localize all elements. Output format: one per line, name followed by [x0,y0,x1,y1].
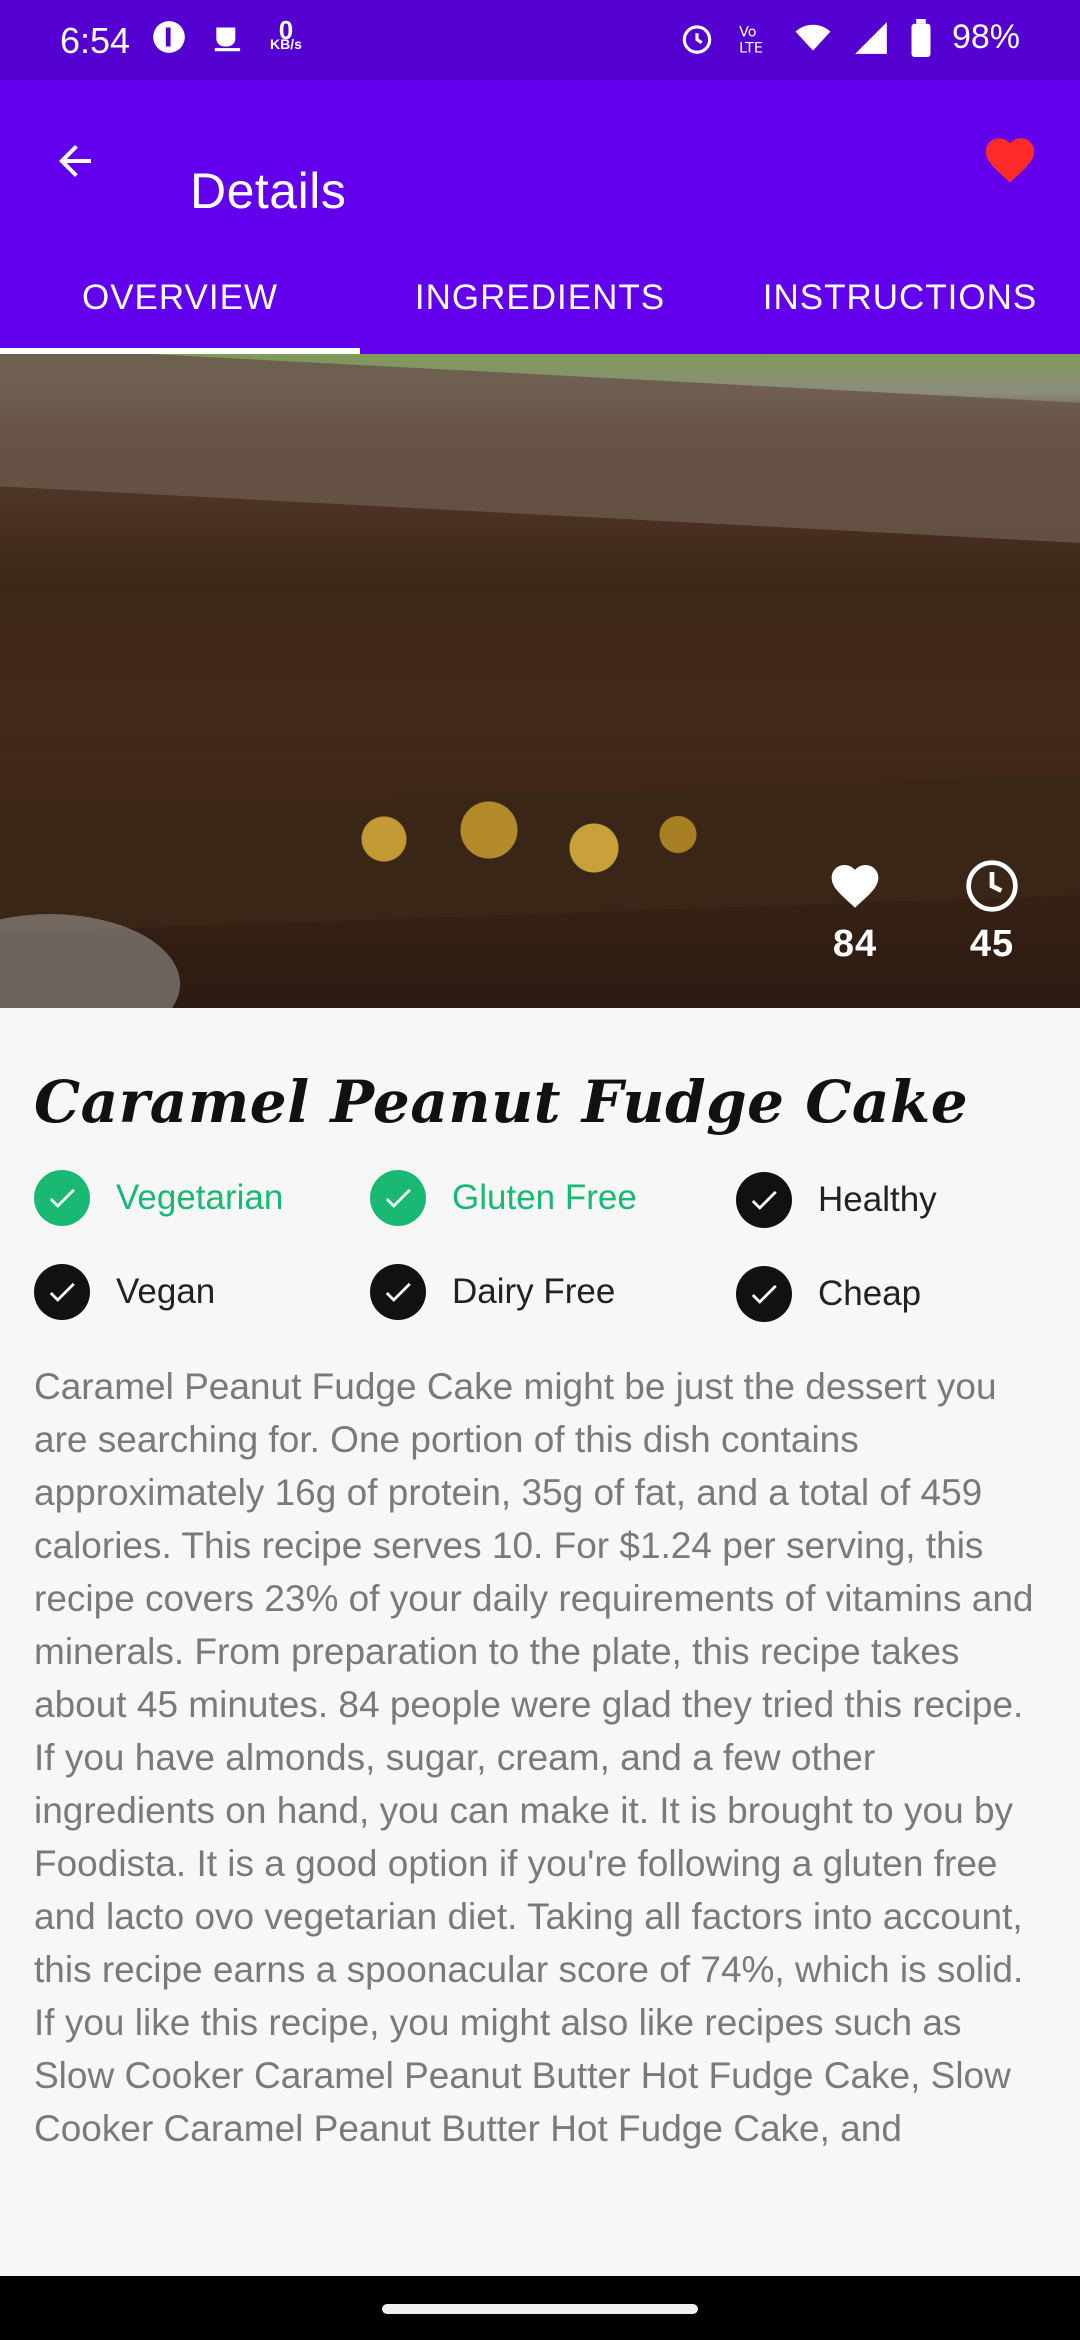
signal-icon [855,21,887,54]
system-nav-bar [0,2276,1080,2340]
minutes-count: 45 [969,923,1015,965]
badge-label: Gluten Free [452,1178,637,1217]
likes-count: 84 [832,923,878,965]
recipe-image [0,354,1080,1008]
check-icon [736,1266,792,1322]
badge-label: Vegan [116,1272,216,1311]
check-icon [370,1170,426,1226]
likes-stat: 84 [800,858,910,966]
heart-icon [831,865,879,908]
back-button[interactable] [40,126,110,196]
battery-percent: 98% [951,18,1020,56]
tab-ingredients[interactable]: INGREDIENTS [360,258,720,354]
wifi-icon [795,24,831,51]
battery-icon [911,18,931,57]
page-title: Details [190,162,347,219]
check-icon [34,1170,90,1226]
status-bar: 6:54 0 KB/s Vo LTE 98% [0,0,1080,80]
badge-healthy: Healthy [736,1170,937,1230]
tab-bar: OVERVIEW INGREDIENTS INSTRUCTIONS [0,258,1080,354]
clock-icon [966,860,1018,912]
tab-instructions[interactable]: INSTRUCTIONS [720,258,1080,354]
badge-gluten-free: Gluten Free [370,1168,637,1228]
heart-icon [985,138,1035,183]
coffee-icon [214,27,241,52]
favorite-button[interactable] [970,120,1050,200]
arrow-left-icon [59,145,91,177]
svg-text:LTE: LTE [739,40,763,56]
check-icon [736,1172,792,1228]
status-time: 6:54 [60,20,131,61]
time-stat: 45 [937,858,1047,966]
check-icon [370,1264,426,1320]
badge-dairy-free: Dairy Free [370,1262,615,1322]
badge-label: Cheap [818,1274,922,1313]
network-speed: 0 KB/s [270,15,302,52]
overview-content: Caramel Peanut Fudge Cake Vegetarian Glu… [0,1008,1080,2276]
badge-label: Dairy Free [452,1272,616,1311]
recipe-title: Caramel Peanut Fudge Cake [34,1068,969,1136]
badge-vegan: Vegan [34,1262,215,1322]
volte-icon: VoLTE [739,24,763,56]
alarm-icon [682,24,712,54]
app-icon [153,21,185,53]
app-bar: Details OVERVIEW INGREDIENTS INSTRUCTION… [0,80,1080,354]
badge-cheap: Cheap [736,1264,921,1324]
recipe-summary: Caramel Peanut Fudge Cake might be just … [34,1366,1034,2149]
svg-text:Vo: Vo [739,24,756,40]
badge-vegetarian: Vegetarian [34,1168,283,1228]
check-icon [34,1264,90,1320]
tab-overview[interactable]: OVERVIEW [0,258,360,354]
home-gesture-handle[interactable] [382,2304,698,2314]
badge-label: Vegetarian [116,1178,284,1217]
badge-label: Healthy [818,1180,937,1219]
